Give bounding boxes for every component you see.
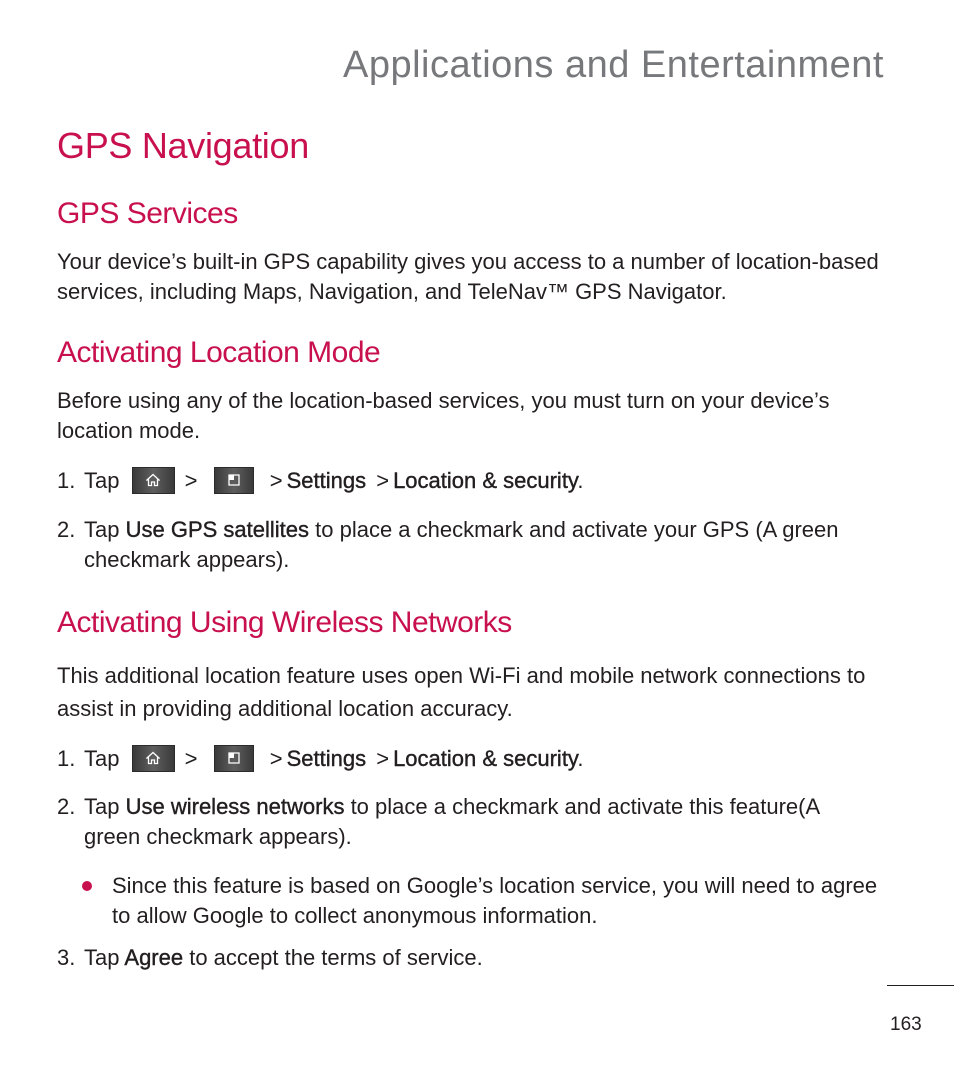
wireless-step-2: 2. Tap Use wireless networks to place a c…: [57, 792, 887, 852]
separator: >: [269, 746, 283, 771]
location-mode-body: Before using any of the location-based s…: [57, 388, 830, 443]
settings-label: Settings: [286, 746, 367, 771]
agree-label: Agree: [124, 945, 184, 970]
location-mode-step-1: 1. Tap > > Settings > Location & security.: [57, 466, 887, 496]
separator: >: [376, 746, 390, 771]
step-number: 3.: [57, 945, 76, 970]
period: .: [577, 746, 584, 771]
separator: >: [184, 468, 198, 493]
location-security-label: Location & security: [393, 468, 578, 493]
home-key-icon: [146, 751, 161, 765]
separator: >: [184, 746, 198, 771]
chapter-title: Applications and Entertainment: [343, 44, 884, 86]
wireless-body: This additional location feature uses op…: [57, 663, 866, 721]
separator: >: [269, 468, 283, 493]
location-security-label: Location & security: [393, 746, 578, 771]
wireless-step-3: 3. Tap Agree to accept the terms of servi…: [57, 943, 887, 973]
location-mode-step-2: 2. Tap Use GPS satellites to place a chec…: [57, 515, 887, 575]
step-tap-text: Tap: [84, 945, 120, 970]
step-tap-text: Tap: [84, 794, 120, 819]
bullet-text: Since this feature is based on Google’s …: [112, 873, 878, 928]
step-number: 1.: [57, 746, 76, 771]
manual-page: Applications and Entertainment GPS Navig…: [0, 0, 954, 1074]
use-wireless-networks-label: Use wireless networks: [125, 794, 345, 819]
step-number: 2.: [57, 794, 76, 819]
menu-key-icon: [227, 752, 240, 764]
home-key-icon: [146, 473, 161, 487]
page-title: GPS Navigation: [57, 125, 309, 166]
bullet-item: Since this feature is based on Google’s …: [82, 871, 886, 931]
menu-key-icon: [227, 474, 240, 486]
step-continuation: green checkmark appears).: [84, 824, 352, 849]
wireless-step-1: 1. Tap > > Settings > Location & security.: [57, 744, 887, 774]
bullet-dot-icon: [82, 881, 92, 891]
step-tap-text: Tap: [84, 746, 120, 771]
step-number: 2.: [57, 517, 76, 542]
use-gps-satellites-label: Use GPS satellites: [125, 517, 310, 542]
page-number: 163: [890, 1014, 922, 1035]
section-heading-location-mode: Activating Location Mode: [57, 336, 381, 369]
step-text: to place a checkmark and activate your G…: [309, 517, 839, 542]
gps-services-body: Your device’s built-in GPS capability gi…: [57, 249, 879, 304]
menu-key-button: [213, 466, 254, 494]
home-key-button: [131, 744, 175, 772]
separator: >: [376, 468, 390, 493]
period: .: [577, 468, 584, 493]
step-continuation: checkmark appears).: [84, 547, 290, 572]
step-tap-text: Tap: [84, 468, 120, 493]
step-text: to accept the terms of service.: [183, 945, 483, 970]
section-heading-wireless: Activating Using Wireless Networks: [57, 606, 512, 639]
section-heading-gps-services: GPS Services: [57, 197, 238, 230]
menu-key-button: [213, 744, 254, 772]
step-number: 1.: [57, 468, 76, 493]
settings-label: Settings: [286, 468, 367, 493]
step-text: to place a checkmark and activate this f…: [344, 794, 821, 819]
home-key-button: [131, 466, 175, 494]
step-tap-text: Tap: [84, 517, 120, 542]
footer-rule: [887, 985, 954, 986]
